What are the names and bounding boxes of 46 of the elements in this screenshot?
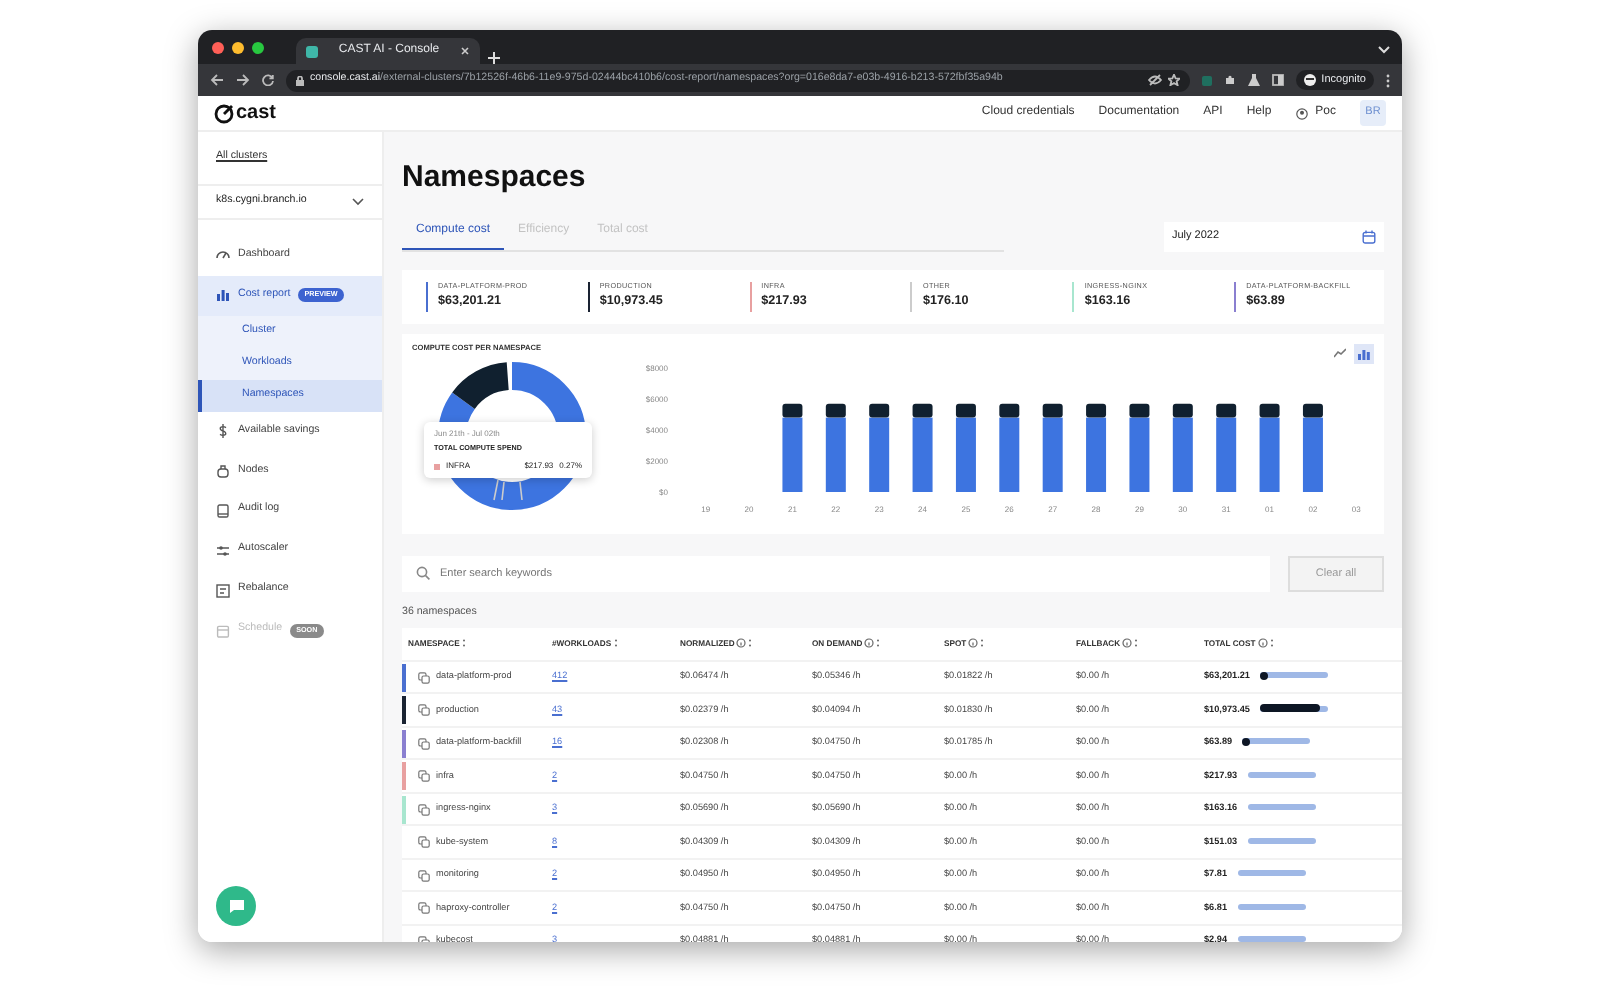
tab-list-icon[interactable] bbox=[1378, 46, 1390, 54]
back-icon[interactable] bbox=[210, 74, 224, 86]
site-icon bbox=[306, 45, 318, 57]
tag-icon bbox=[418, 803, 430, 816]
cost-bar bbox=[1247, 837, 1316, 844]
list-icon bbox=[216, 583, 230, 598]
cost-bar bbox=[1237, 936, 1305, 942]
forward-icon[interactable] bbox=[236, 74, 250, 86]
star-icon[interactable] bbox=[1167, 74, 1180, 86]
search-icon bbox=[416, 566, 430, 581]
new-tab-icon[interactable] bbox=[488, 52, 500, 64]
tag-icon bbox=[418, 836, 430, 849]
flask-icon[interactable] bbox=[1247, 74, 1260, 86]
cost-bar bbox=[1237, 903, 1305, 910]
chat-icon bbox=[227, 898, 245, 914]
gauge-icon bbox=[216, 248, 230, 263]
logo-mark-icon bbox=[214, 103, 234, 123]
chevron-down-icon bbox=[352, 197, 364, 206]
close-icon[interactable] bbox=[460, 46, 470, 56]
tag-icon bbox=[418, 704, 430, 717]
tag-icon bbox=[418, 671, 430, 684]
calendar-icon bbox=[216, 623, 230, 638]
sidebar-icon[interactable] bbox=[1271, 74, 1284, 86]
tag-icon bbox=[418, 770, 430, 783]
window-control-dot[interactable] bbox=[212, 41, 224, 53]
window-control-dot[interactable] bbox=[232, 41, 244, 53]
cost-bar bbox=[1247, 804, 1316, 811]
lock-icon bbox=[296, 75, 304, 85]
cost-bar bbox=[1237, 870, 1305, 877]
bar-chart-icon bbox=[216, 288, 230, 303]
bar-chart-button[interactable] bbox=[1354, 343, 1374, 364]
eye-off-icon[interactable] bbox=[1147, 74, 1162, 86]
sliders-icon bbox=[216, 543, 230, 558]
window-control-dot[interactable] bbox=[252, 41, 264, 53]
tag-icon bbox=[418, 869, 430, 882]
cost-bar bbox=[1247, 771, 1316, 778]
notebook-icon bbox=[216, 503, 230, 518]
tag-icon bbox=[418, 737, 430, 750]
tag-icon bbox=[418, 902, 430, 915]
dollar-icon bbox=[216, 424, 230, 439]
page-title: Namespaces bbox=[402, 158, 588, 198]
logo[interactable]: cast bbox=[214, 98, 277, 128]
calendar-icon[interactable] bbox=[1362, 230, 1376, 244]
user-icon bbox=[1295, 107, 1308, 119]
incognito-icon bbox=[1303, 74, 1316, 86]
reload-icon[interactable] bbox=[262, 74, 274, 86]
